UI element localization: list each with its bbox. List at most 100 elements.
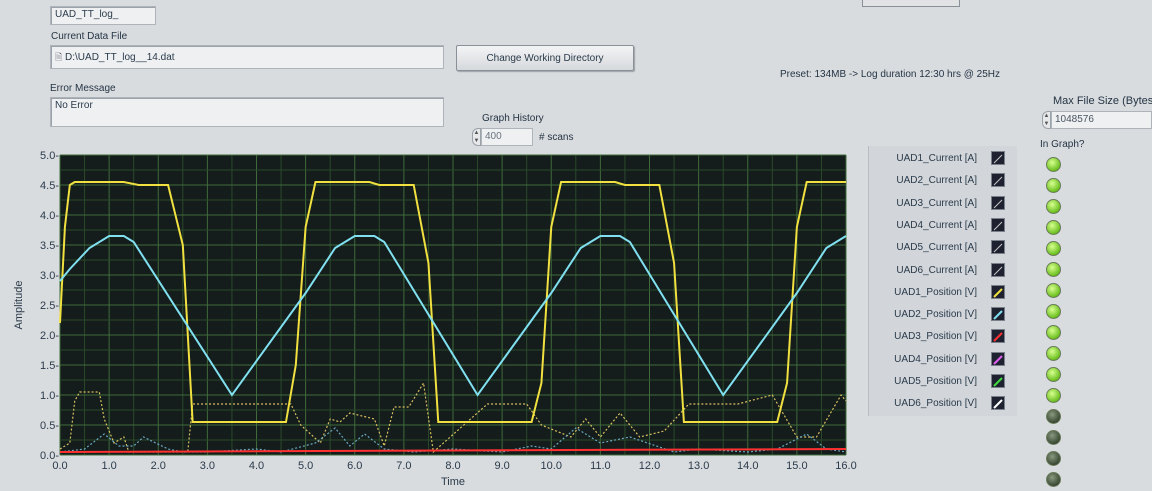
graph-history-control[interactable]: ▲ ▼ 400 # scans (472, 128, 573, 146)
y-tick-label: 2.0- (40, 330, 59, 342)
y-tick-label: 2.5- (40, 300, 59, 312)
y-tick-label: 1.5- (40, 360, 59, 372)
file-name-field[interactable]: UAD_TT_log_ (50, 6, 156, 25)
y-tick-label: 5.0- (40, 150, 59, 162)
in-graph-led[interactable] (1046, 388, 1061, 403)
legend-item[interactable]: UAD2_Position [V] (869, 305, 1017, 325)
legend-swatch[interactable] (991, 329, 1005, 344)
legend-item[interactable]: UAD3_Current [A] (869, 194, 1017, 214)
legend-swatch[interactable] (991, 307, 1005, 322)
in-graph-led[interactable] (1046, 472, 1061, 487)
x-tick-label: 4.0 (249, 460, 264, 472)
max-file-size-value[interactable]: 1048576 (1051, 111, 1152, 129)
legend-label: UAD4_Position [V] (894, 353, 977, 365)
in-graph-led[interactable] (1046, 325, 1061, 340)
legend-line-icon (993, 199, 1003, 208)
current-file-path[interactable]: 🗎 D:\UAD_TT_log__14.dat (50, 45, 444, 69)
x-tick-label: 1.0 (101, 460, 116, 472)
top-right-button-edge[interactable] (862, 0, 960, 7)
legend-line-icon (993, 154, 1003, 164)
legend-swatch[interactable] (991, 217, 1005, 232)
in-graph-led[interactable] (1046, 157, 1061, 172)
legend-label: UAD3_Position [V] (894, 331, 977, 343)
error-message-field: No Error (50, 97, 444, 127)
x-tick-label: 8.0 (445, 460, 460, 472)
graph-history-value[interactable]: 400 (481, 128, 533, 146)
legend-item[interactable]: UAD5_Position [V] (869, 372, 1017, 392)
y-tick-label: 0.0- (40, 450, 59, 462)
legend-label: UAD2_Current [A] (896, 175, 977, 187)
y-tick-label: 3.5- (40, 240, 59, 252)
legend-label: UAD5_Current [A] (896, 242, 977, 254)
legend-swatch[interactable] (991, 240, 1005, 255)
file-browse-icon[interactable]: 🗎 (55, 52, 62, 62)
in-graph-led[interactable] (1046, 451, 1061, 466)
legend-item[interactable]: UAD1_Position [V] (869, 283, 1017, 303)
legend-swatch[interactable] (991, 173, 1005, 188)
in-graph-led[interactable] (1046, 178, 1061, 193)
legend-item[interactable]: UAD4_Position [V] (869, 350, 1017, 370)
in-graph-led[interactable] (1046, 220, 1061, 235)
amplitude-time-graph[interactable]: 0.0 1.0 2.0 3.0 4.0 5.0 6.0 7.0 8.0 9.0 10.0 11.0 12… (0, 146, 870, 488)
in-graph-led[interactable] (1046, 262, 1061, 277)
legend-line-icon (993, 266, 1003, 275)
legend-item[interactable]: UAD6_Current [A] (869, 261, 1017, 281)
legend-item[interactable]: UAD6_Position [V] (869, 394, 1017, 414)
legend-line-icon (993, 221, 1003, 231)
x-tick-label: 3.0 (200, 460, 215, 472)
x-tick-label: 7.0 (396, 460, 411, 472)
in-graph-led[interactable] (1046, 409, 1061, 424)
legend-line-icon (993, 332, 1003, 343)
in-graph-led[interactable] (1046, 346, 1061, 361)
x-tick-label: 11.0 (590, 460, 611, 472)
x-tick-label: 16.0 (835, 460, 856, 472)
in-graph-led[interactable] (1046, 430, 1061, 445)
legend-line-icon (993, 377, 1003, 387)
max-file-size-spinner[interactable]: ▲ ▼ (1042, 111, 1051, 129)
x-tick-label: 5.0 (298, 460, 313, 472)
x-tick-label: 2.0 (151, 460, 166, 472)
legend-line-icon (993, 354, 1003, 365)
y-tick-label: 4.5- (40, 180, 59, 192)
legend-item[interactable]: UAD5_Current [A] (869, 238, 1017, 258)
legend-swatch[interactable] (991, 195, 1005, 210)
x-tick-label: 6.0 (347, 460, 362, 472)
in-graph-led[interactable] (1046, 283, 1061, 298)
legend-label: UAD5_Position [V] (894, 376, 977, 387)
y-axis-label: Amplitude (13, 281, 25, 330)
current-file-label: Current Data File (51, 31, 128, 42)
graph-history-label: Graph History (482, 113, 544, 124)
in-graph-led[interactable] (1046, 367, 1061, 382)
graph-history-spinner[interactable]: ▲ ▼ (472, 128, 481, 146)
in-graph-led[interactable] (1046, 304, 1061, 319)
legend-item[interactable]: UAD2_Current [A] (869, 171, 1017, 191)
legend-swatch[interactable] (991, 284, 1005, 299)
current-file-value: D:\UAD_TT_log__14.dat (65, 52, 175, 63)
legend-line-icon (993, 243, 1003, 253)
legend-label: UAD1_Position [V] (894, 286, 977, 298)
graph-svg[interactable]: 0.0 1.0 2.0 3.0 4.0 5.0 6.0 7.0 8.0 9.0 10.0 11.0 12… (0, 146, 870, 488)
x-tick-label: 13.0 (688, 460, 709, 472)
x-tick-label: 10.0 (541, 460, 562, 472)
legend-swatch[interactable] (991, 262, 1005, 277)
y-tick-label: 3.0- (40, 270, 59, 282)
legend-label: UAD6_Current [A] (896, 264, 977, 276)
y-tick-label: 1.0- (40, 390, 59, 402)
legend-swatch[interactable] (991, 374, 1005, 388)
in-graph-led[interactable] (1046, 199, 1061, 214)
plot-legend[interactable]: UAD1_Current [A] UAD2_Current [A] UAD3_Cur… (868, 146, 1017, 416)
in-graph-label: In Graph? (1040, 139, 1085, 150)
legend-item[interactable]: UAD1_Current [A] (869, 149, 1017, 169)
change-working-directory-button[interactable]: Change Working Directory (456, 45, 634, 71)
legend-swatch[interactable] (991, 351, 1005, 366)
legend-line-icon (993, 176, 1003, 186)
legend-line-icon (993, 310, 1003, 320)
legend-swatch[interactable] (991, 396, 1005, 411)
in-graph-led[interactable] (1046, 241, 1061, 256)
max-file-size-control[interactable]: ▲ ▼ 1048576 (1042, 111, 1152, 129)
legend-swatch[interactable] (991, 151, 1005, 165)
legend-label: UAD1_Current [A] (896, 153, 977, 164)
legend-item[interactable]: UAD3_Position [V] (869, 327, 1017, 347)
in-graph-led-column[interactable] (1040, 150, 1070, 487)
legend-item[interactable]: UAD4_Current [A] (869, 216, 1017, 236)
